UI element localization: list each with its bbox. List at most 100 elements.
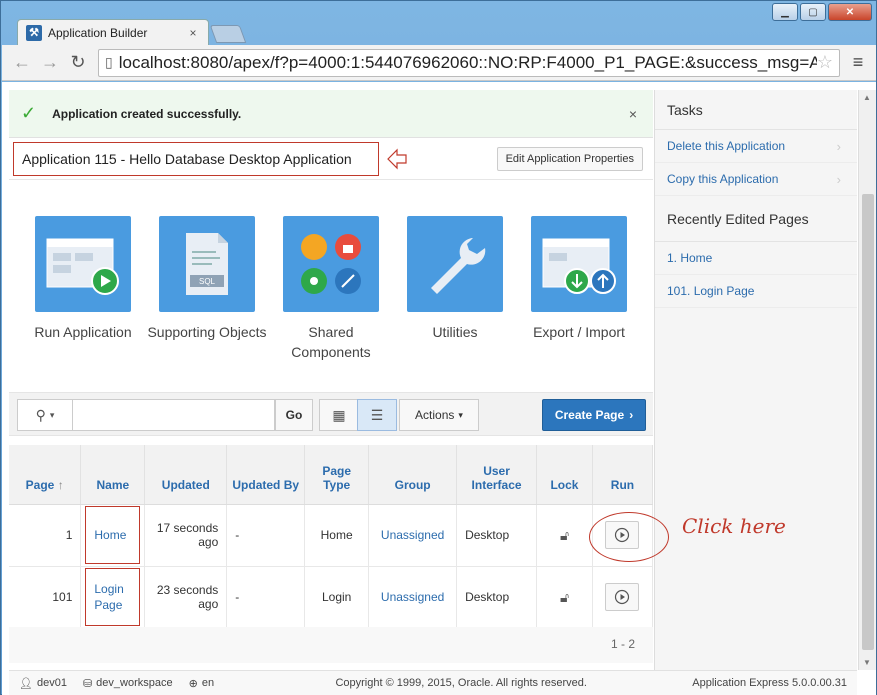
tab-title: Application Builder [48,25,148,40]
tile-run-application[interactable]: Run Application [21,216,145,342]
window-controls: ▁ ▢ ✕ [772,3,872,21]
group-link[interactable]: Unassigned [381,590,444,604]
chevron-down-icon: ▾ [49,409,55,420]
cell-updated: 17 seconds ago [144,504,228,567]
tile-utilities[interactable]: Utilities [393,216,517,342]
footer-user[interactable]: 👤︎ dev01 [19,677,67,690]
page-info-icon: ▯ [105,54,113,70]
search-column-button[interactable]: ⚲ ▾ [17,399,73,431]
table-icon: ☰ [370,406,384,423]
sql-label: SQL [199,277,216,286]
cell-user-interface: Desktop [456,504,538,567]
recent-pages-heading: Recently Edited Pages [655,196,857,242]
app-title: Application 115 - Hello Database Desktop… [13,142,379,176]
scroll-up-icon[interactable]: ▲ [863,93,871,102]
bookmark-star-icon[interactable]: ☆ [817,52,833,73]
cell-updated-by: - [226,504,306,567]
unlock-icon[interactable]: 🔓︎ [560,527,569,543]
alert-close-icon[interactable]: × [629,106,637,122]
wrench-icon [407,216,503,312]
copyright: Copyright © 1999, 2015, Oracle. All righ… [335,677,587,689]
col-header-run[interactable]: Run [592,445,654,505]
cell-name: Home [80,504,146,567]
tile-label: Run Application [34,324,132,340]
cell-page-type: Home [304,504,370,567]
col-header-updated-by[interactable]: Updated By [226,445,306,505]
browser-window: ⚒ Application Builder × ▁ ▢ ✕ ← → ↻ ▯ lo… [0,0,877,695]
tab-close-icon[interactable]: × [186,26,200,40]
close-window-button[interactable]: ✕ [828,3,872,21]
scroll-down-icon[interactable]: ▼ [863,658,871,667]
footer-language[interactable]: ⊕ en [189,677,214,690]
pages-report: Page ↑ Name Updated Updated By Page Type… [9,445,654,629]
group-link[interactable]: Unassigned [381,528,444,542]
tile-supporting-objects[interactable]: SQL Supporting Objects [145,216,269,342]
cell-group: Unassigned [368,566,458,629]
col-header-lock[interactable]: Lock [536,445,593,505]
tile-export-import[interactable]: Export / Import [517,216,641,342]
report-toolbar: ⚲ ▾ Go ▦ ☰ Actions ▾ Create Page › [9,392,653,436]
annotation-ellipse [589,512,669,562]
tile-label: Supporting Objects [147,324,267,340]
address-bar[interactable]: ▯ localhost:8080/apex/f?p=4000:1:5440769… [98,48,840,77]
col-header-updated[interactable]: Updated [144,445,228,505]
task-delete-application[interactable]: Delete this Application › [655,130,857,163]
forward-arrow-icon[interactable]: → [36,49,64,77]
tile-label: Shared Components [291,324,371,360]
sort-icon: ↑ [57,477,64,492]
recent-page-home[interactable]: 1. Home [655,242,857,275]
footer-workspace[interactable]: ⛁ dev_workspace [83,677,173,690]
unlock-icon[interactable]: 🔓︎ [560,589,569,605]
task-copy-application[interactable]: Copy this Application › [655,163,857,196]
browser-menu-icon[interactable]: ≡ [846,52,870,73]
cell-updated: 23 seconds ago [144,566,228,629]
shared-components-icon [283,216,379,312]
create-page-button[interactable]: Create Page › [542,399,646,431]
col-header-group[interactable]: Group [368,445,458,505]
new-tab-button[interactable] [209,25,247,43]
page-link-home[interactable]: Home [94,528,126,542]
tile-shared-components[interactable]: Shared Components [269,216,393,362]
scroll-thumb[interactable] [862,194,874,650]
export-import-icon [531,216,627,312]
reload-icon[interactable]: ↻ [64,49,92,77]
url-text: localhost:8080/apex/f?p=4000:1:544076962… [118,52,817,72]
vertical-scrollbar[interactable]: ▲ ▼ [858,90,876,670]
sidebar: Tasks Delete this Application › Copy this… [654,90,857,670]
table-header-row: Page ↑ Name Updated Updated By Page Type… [9,445,654,505]
globe-icon: ⊕ [188,677,198,690]
create-page-label: Create Page [554,408,625,422]
run-application-icon [35,216,131,312]
cell-lock: 🔓︎ [536,504,593,567]
chevron-down-icon: ▾ [458,409,463,420]
annotation-arrow-icon [387,148,407,170]
tab-strip: ⚒ Application Builder × ▁ ▢ ✕ [1,1,877,45]
success-message: Application created successfully. [52,106,242,121]
icon-view-button[interactable]: ▦ [319,399,359,431]
annotation-text: Click here [682,514,786,538]
edit-application-properties-button[interactable]: Edit Application Properties [496,147,643,171]
check-icon: ✓ [21,103,37,123]
cell-group: Unassigned [368,504,458,567]
tile-label: Export / Import [533,324,625,340]
go-button[interactable]: Go [275,399,313,431]
back-arrow-icon[interactable]: ← [8,49,36,77]
report-view-button[interactable]: ☰ [357,399,397,431]
recent-page-login[interactable]: 101. Login Page [655,275,857,308]
col-header-name[interactable]: Name [80,445,146,505]
col-header-user-interface[interactable]: User Interface [456,445,538,505]
cell-page: 1 [9,504,82,567]
page-link-login[interactable]: Login Page [94,581,134,613]
cell-user-interface: Desktop [456,566,538,629]
maximize-button[interactable]: ▢ [800,3,826,21]
app-tiles: Run Application SQL Supporting Objects S… [9,180,653,398]
col-header-page-type[interactable]: Page Type [304,445,370,505]
grid-icon: ▦ [332,406,346,423]
run-page-button[interactable] [605,583,640,611]
col-header-page[interactable]: Page ↑ [9,445,82,505]
cell-lock: 🔓︎ [536,566,593,629]
minimize-button[interactable]: ▁ [772,3,798,21]
search-input[interactable] [73,399,275,431]
actions-menu-button[interactable]: Actions ▾ [399,399,479,431]
browser-tab[interactable]: ⚒ Application Builder × [17,19,209,45]
